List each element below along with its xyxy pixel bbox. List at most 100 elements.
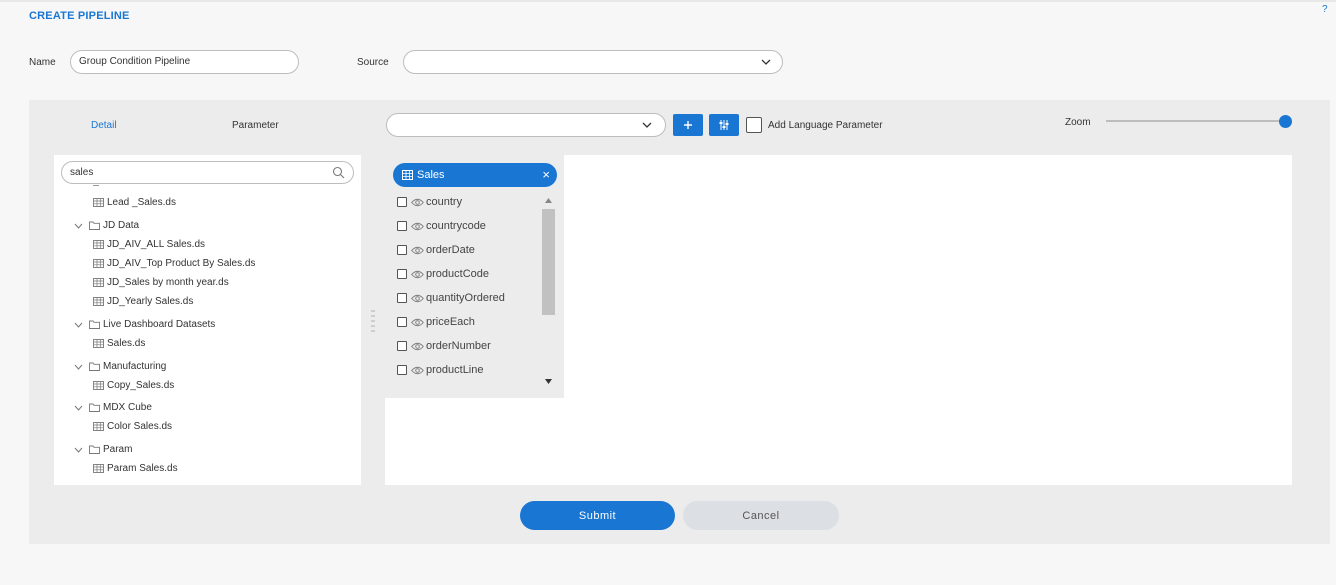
zoom-slider-track[interactable]: [1106, 120, 1284, 122]
chevron-down-icon[interactable]: [74, 447, 83, 453]
field-label: orderDate: [426, 244, 475, 256]
search-icon[interactable]: [332, 166, 345, 179]
scroll-down-icon[interactable]: [545, 379, 552, 384]
tree-dataset[interactable]: JD_Sales by month year.ds: [93, 277, 229, 288]
close-icon[interactable]: ×: [542, 167, 550, 182]
tree-folder[interactable]: MDX Cube: [74, 402, 152, 413]
table-icon: [93, 381, 104, 390]
field-item[interactable]: country: [397, 196, 462, 208]
folder-icon: [89, 221, 100, 230]
tree-folder[interactable]: Param: [74, 444, 132, 455]
top-border: [0, 0, 1336, 2]
tree-dataset[interactable]: Param Sales.ds: [93, 463, 178, 474]
field-item[interactable]: orderNumber: [397, 340, 491, 352]
field-label: priceEach: [426, 316, 475, 328]
chevron-down-icon[interactable]: [74, 405, 83, 411]
scroll-up-icon[interactable]: [545, 198, 552, 203]
eye-icon[interactable]: [411, 318, 424, 327]
tree-item-label: JD_AIV_ALL Sales.ds: [107, 239, 206, 250]
table-icon: [93, 259, 104, 268]
dataset-card[interactable]: Sales × country countrycode orderDate produ…: [385, 155, 564, 398]
tree-search-input[interactable]: sales: [61, 161, 354, 184]
splitter-handle[interactable]: [371, 308, 375, 334]
submit-button[interactable]: Submit: [520, 501, 675, 530]
dataset-card-title: Sales: [417, 169, 445, 181]
parameter-select[interactable]: [386, 113, 666, 137]
source-select[interactable]: [403, 50, 783, 74]
tree-folder[interactable]: Live Dashboard Datasets: [74, 319, 215, 330]
add-parameter-button[interactable]: [673, 114, 703, 136]
cancel-button[interactable]: Cancel: [683, 501, 839, 530]
field-checkbox[interactable]: [397, 221, 407, 231]
zoom-slider-thumb[interactable]: [1279, 115, 1292, 128]
eye-icon[interactable]: [411, 222, 424, 231]
field-item[interactable]: quantityOrdered: [397, 292, 505, 304]
field-checkbox[interactable]: [397, 293, 407, 303]
field-checkbox[interactable]: [397, 365, 407, 375]
tree-item-label: MDX Cube: [103, 402, 152, 413]
pipeline-panel: Detail Parameter Add Language Parameter …: [29, 100, 1330, 544]
field-item[interactable]: priceEach: [397, 316, 475, 328]
field-label: productLine: [426, 364, 484, 376]
tree-item-label: JD_Sales by month year.ds: [107, 277, 229, 288]
eye-icon[interactable]: [411, 366, 424, 375]
tree-folder[interactable]: Manufacturing: [74, 361, 166, 372]
tab-parameter[interactable]: Parameter: [232, 120, 279, 131]
field-label: productCode: [426, 268, 489, 280]
add-language-label: Add Language Parameter: [768, 120, 883, 131]
help-icon[interactable]: ?: [1322, 4, 1328, 15]
pipeline-canvas[interactable]: Sales × country countrycode orderDate produ…: [385, 155, 1292, 485]
name-input[interactable]: Group Condition Pipeline: [70, 50, 299, 74]
folder-icon: [89, 320, 100, 329]
chevron-down-icon[interactable]: [74, 322, 83, 328]
field-checkbox[interactable]: [397, 269, 407, 279]
eye-icon[interactable]: [411, 342, 424, 351]
page-title: CREATE PIPELINE: [29, 10, 130, 22]
field-item[interactable]: productCode: [397, 268, 489, 280]
chevron-down-icon[interactable]: [74, 223, 83, 229]
tree-item-label: Manufacturing: [103, 361, 167, 372]
table-icon: [93, 240, 104, 249]
plus-icon: [684, 121, 692, 129]
field-checkbox[interactable]: [397, 341, 407, 351]
field-checkbox[interactable]: [397, 317, 407, 327]
chevron-down-icon[interactable]: [74, 364, 83, 370]
field-checkbox[interactable]: [397, 245, 407, 255]
field-label: orderNumber: [426, 340, 491, 352]
source-label: Source: [357, 57, 389, 68]
field-item[interactable]: countrycode: [397, 220, 486, 232]
tree-item-label: Sales.ds: [107, 338, 146, 349]
parameter-settings-button[interactable]: [709, 114, 739, 136]
field-checkbox[interactable]: [397, 197, 407, 207]
tree-item-label: JD_AIV_Top Product By Sales.ds: [107, 258, 256, 269]
tree-dataset[interactable]: Color Sales.ds: [93, 421, 172, 432]
field-label: countrycode: [426, 220, 486, 232]
tree-dataset[interactable]: Lead _Sales.ds: [93, 197, 176, 208]
tree-item-label: Param Sales.ds: [107, 463, 178, 474]
eye-icon[interactable]: [411, 294, 424, 303]
tree-dataset[interactable]: JD_AIV_Top Product By Sales.ds: [93, 258, 255, 269]
tree-dataset[interactable]: Sales.ds: [93, 338, 145, 349]
table-icon: [93, 297, 104, 306]
field-item[interactable]: productLine: [397, 364, 484, 376]
table-icon: [402, 170, 413, 180]
folder-icon: [89, 403, 100, 412]
tree-dataset[interactable]: Copy_Sales.ds: [93, 380, 174, 391]
zoom-label: Zoom: [1065, 117, 1091, 128]
tree-dataset[interactable]: JD_AIV_ALL Sales.ds: [93, 239, 205, 250]
field-list-scroll-thumb[interactable]: [542, 209, 555, 315]
tree-folder[interactable]: JD Data: [74, 220, 139, 231]
dataset-card-header[interactable]: Sales ×: [393, 163, 557, 187]
name-label: Name: [29, 57, 56, 68]
eye-icon[interactable]: [411, 246, 424, 255]
field-item[interactable]: orderDate: [397, 244, 475, 256]
tab-detail[interactable]: Detail: [91, 120, 117, 131]
chevron-down-icon: [642, 122, 652, 128]
table-icon: [93, 198, 104, 207]
table-icon: [93, 278, 104, 287]
add-language-checkbox[interactable]: [746, 117, 762, 133]
dataset-tree: sales Lead _Sales.ds JD Data JD_AIV_ALL Sa…: [54, 155, 361, 485]
eye-icon[interactable]: [411, 198, 424, 207]
tree-dataset[interactable]: JD_Yearly Sales.ds: [93, 296, 193, 307]
eye-icon[interactable]: [411, 270, 424, 279]
